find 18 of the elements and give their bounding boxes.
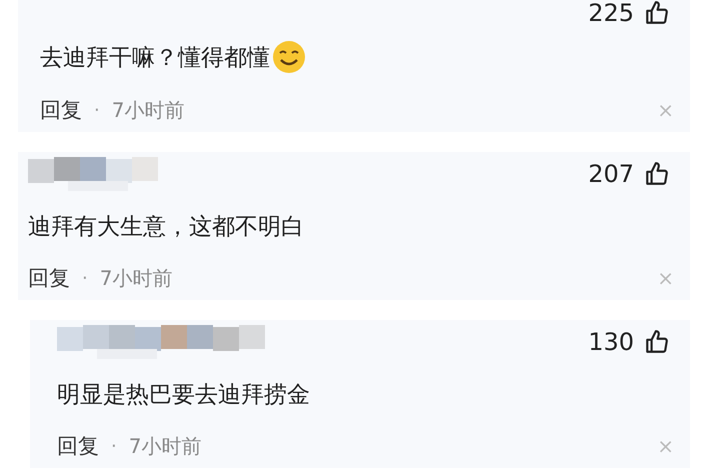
separator-dot: · bbox=[82, 268, 88, 288]
reply-link[interactable]: 回复 bbox=[28, 264, 70, 292]
thumbs-up-icon[interactable] bbox=[644, 0, 670, 26]
timestamp: 7小时前 bbox=[128, 432, 202, 460]
like-count: 207 bbox=[588, 162, 634, 186]
like-count: 130 bbox=[588, 330, 634, 354]
comment-text: 去迪拜干嘛？懂得都懂 bbox=[40, 44, 270, 72]
comment-text: 明显是热巴要去迪拜捞金 bbox=[57, 380, 310, 410]
like-count: 225 bbox=[588, 1, 634, 25]
timestamp: 7小时前 bbox=[112, 96, 184, 124]
separator-dot: · bbox=[94, 100, 100, 120]
separator-dot: · bbox=[111, 436, 117, 456]
reply-link[interactable]: 回复 bbox=[57, 432, 99, 460]
timestamp: 7小时前 bbox=[100, 264, 172, 292]
thumbs-up-icon[interactable] bbox=[644, 161, 670, 187]
reply-link[interactable]: 回复 bbox=[40, 96, 82, 124]
thumbs-up-icon[interactable] bbox=[644, 329, 670, 355]
comment-text: 迪拜有大生意，这都不明白 bbox=[28, 212, 304, 242]
